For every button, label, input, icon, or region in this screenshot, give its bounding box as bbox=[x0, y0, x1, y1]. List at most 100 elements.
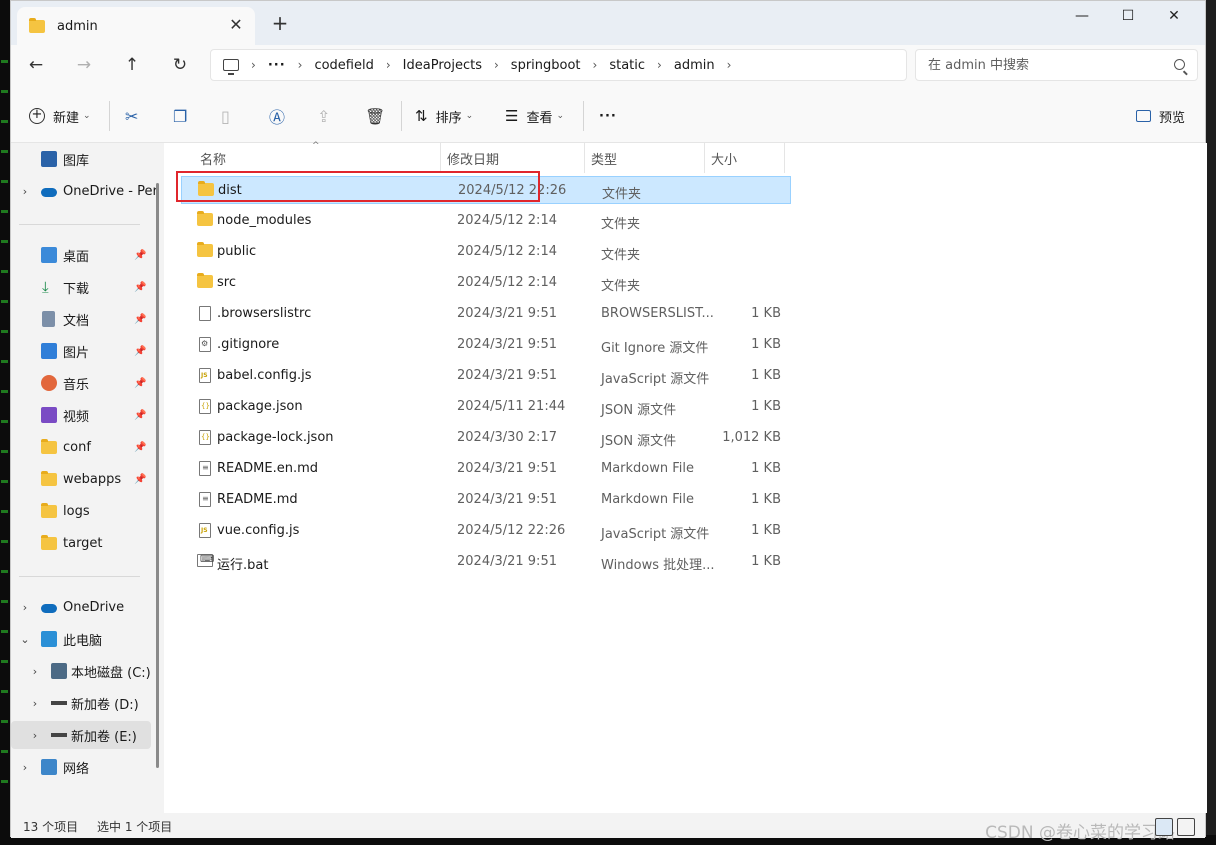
breadcrumb-codefield[interactable]: codefield bbox=[314, 58, 373, 73]
chevron-right-icon[interactable]: › bbox=[251, 58, 256, 72]
new-button[interactable]: + 新建 ⌄ bbox=[29, 103, 91, 129]
pin-icon[interactable]: 📌 bbox=[134, 474, 146, 485]
column-divider[interactable] bbox=[440, 143, 441, 173]
column-header-size[interactable]: 大小 bbox=[711, 143, 737, 173]
rename-button[interactable]: Ⓐ bbox=[269, 103, 285, 129]
column-header-name[interactable]: 名称 bbox=[200, 143, 226, 173]
breadcrumb-springboot[interactable]: springboot bbox=[511, 58, 581, 73]
column-divider[interactable] bbox=[704, 143, 705, 173]
column-header-date[interactable]: 修改日期 bbox=[447, 143, 499, 173]
paste-button[interactable]: ▯ bbox=[221, 103, 230, 129]
view-button[interactable]: ☰ 查看 ⌄ bbox=[505, 103, 564, 129]
close-window-button[interactable]: ✕ bbox=[1151, 1, 1197, 33]
breadcrumb-overflow[interactable]: ··· bbox=[268, 58, 286, 73]
chevron-right-icon[interactable]: › bbox=[727, 58, 732, 72]
chevron-right-icon[interactable]: › bbox=[298, 58, 303, 72]
file-size: 1,012 KB bbox=[722, 430, 781, 445]
toolbar-divider bbox=[401, 101, 402, 131]
chevron-right-icon[interactable]: › bbox=[19, 185, 31, 198]
pin-icon[interactable]: 📌 bbox=[134, 346, 146, 357]
file-row-readme-en[interactable]: README.en.md 2024/3/21 9:51 Markdown Fil… bbox=[181, 455, 791, 483]
back-button[interactable]: ← bbox=[23, 54, 49, 78]
chevron-right-icon[interactable]: › bbox=[29, 697, 41, 710]
chevron-right-icon[interactable]: › bbox=[29, 665, 41, 678]
sidebar-item-drive-d[interactable]: › 新加卷 (D:) bbox=[11, 689, 151, 717]
sidebar-item-target[interactable]: target bbox=[11, 529, 151, 557]
chevron-right-icon[interactable]: › bbox=[494, 58, 499, 72]
sidebar-item-conf[interactable]: conf 📌 bbox=[11, 433, 151, 461]
pin-icon[interactable]: 📌 bbox=[134, 378, 146, 389]
new-tab-button[interactable]: + bbox=[269, 13, 291, 35]
file-row-public[interactable]: public 2024/5/12 2:14 文件夹 bbox=[181, 238, 791, 266]
copy-button[interactable]: ❐ bbox=[173, 103, 187, 129]
chevron-right-icon[interactable]: › bbox=[29, 729, 41, 742]
chevron-right-icon[interactable]: › bbox=[19, 761, 31, 774]
sidebar-item-drive-e[interactable]: › 新加卷 (E:) bbox=[11, 721, 151, 749]
sidebar-item-network[interactable]: › 网络 bbox=[11, 753, 151, 781]
gallery-icon bbox=[41, 151, 57, 167]
sidebar-item-gallery[interactable]: 图库 bbox=[11, 145, 151, 173]
sidebar-item-desktop[interactable]: 桌面 📌 bbox=[11, 241, 151, 269]
search-box[interactable] bbox=[915, 49, 1198, 81]
maximize-button[interactable]: ☐ bbox=[1105, 1, 1151, 33]
file-row-browserslistrc[interactable]: .browserslistrc 2024/3/21 9:51 BROWSERSL… bbox=[181, 300, 791, 328]
column-divider[interactable] bbox=[784, 143, 785, 173]
file-row-package-lock-json[interactable]: package-lock.json 2024/3/30 2:17 JSON 源文… bbox=[181, 424, 791, 452]
sidebar-item-logs[interactable]: logs bbox=[11, 497, 151, 525]
chevron-right-icon[interactable]: › bbox=[593, 58, 598, 72]
pin-icon[interactable]: 📌 bbox=[134, 442, 146, 453]
close-tab-icon[interactable]: ✕ bbox=[227, 16, 245, 34]
minimize-button[interactable]: — bbox=[1059, 1, 1105, 33]
column-divider[interactable] bbox=[584, 143, 585, 173]
file-row-node-modules[interactable]: node_modules 2024/5/12 2:14 文件夹 bbox=[181, 207, 791, 235]
tiles-view-button[interactable] bbox=[1177, 818, 1195, 836]
pin-icon[interactable]: 📌 bbox=[134, 282, 146, 293]
file-row-gitignore[interactable]: .gitignore 2024/3/21 9:51 Git Ignore 源文件… bbox=[181, 331, 791, 359]
chevron-right-icon[interactable]: › bbox=[386, 58, 391, 72]
search-icon[interactable] bbox=[1174, 59, 1185, 70]
file-row-readme[interactable]: README.md 2024/3/21 9:51 Markdown File 1… bbox=[181, 486, 791, 514]
sidebar-item-music[interactable]: 音乐 📌 bbox=[11, 369, 151, 397]
file-row-run-bat[interactable]: 运行.bat 2024/3/21 9:51 Windows 批处理... 1 K… bbox=[181, 548, 791, 576]
folder-icon bbox=[41, 503, 57, 521]
share-button[interactable]: ⇪ bbox=[317, 103, 330, 129]
sidebar-item-onedrive-personal[interactable]: › OneDrive - Per bbox=[11, 177, 158, 205]
breadcrumb-ideaprojects[interactable]: IdeaProjects bbox=[403, 58, 482, 73]
more-options-button[interactable]: ··· bbox=[599, 103, 617, 129]
search-input[interactable] bbox=[928, 55, 1158, 75]
file-row-vue-config[interactable]: vue.config.js 2024/5/12 22:26 JavaScript… bbox=[181, 517, 791, 545]
tab-admin[interactable]: admin ✕ bbox=[17, 7, 255, 45]
pin-icon[interactable]: 📌 bbox=[134, 314, 146, 325]
sidebar-item-downloads[interactable]: ⤓ 下载 📌 bbox=[11, 273, 151, 301]
sort-button[interactable]: ⇅ 排序 ⌄ bbox=[415, 103, 473, 129]
column-header-type[interactable]: 类型 bbox=[591, 143, 617, 173]
address-bar[interactable]: › ··· › codefield › IdeaProjects › sprin… bbox=[210, 49, 907, 81]
breadcrumb-admin[interactable]: admin bbox=[674, 58, 715, 73]
sidebar-item-drive-c[interactable]: › 本地磁盘 (C:) bbox=[11, 657, 151, 685]
sidebar-item-documents[interactable]: 文档 📌 bbox=[11, 305, 151, 333]
this-pc-icon[interactable] bbox=[223, 59, 239, 75]
sidebar-item-webapps[interactable]: webapps 📌 bbox=[11, 465, 151, 493]
up-button[interactable]: ↑ bbox=[119, 54, 145, 78]
cut-button[interactable]: ✂ bbox=[125, 103, 138, 129]
sidebar-scrollbar[interactable] bbox=[156, 183, 159, 768]
refresh-button[interactable]: ↻ bbox=[167, 54, 193, 78]
file-row-babel-config[interactable]: babel.config.js 2024/3/21 9:51 JavaScrip… bbox=[181, 362, 791, 390]
sidebar-item-this-pc[interactable]: ⌄ 此电脑 bbox=[11, 625, 151, 653]
file-row-src[interactable]: src 2024/5/12 2:14 文件夹 bbox=[181, 269, 791, 297]
pin-icon[interactable]: 📌 bbox=[134, 250, 146, 261]
chevron-right-icon[interactable]: › bbox=[657, 58, 662, 72]
sidebar-item-onedrive[interactable]: › OneDrive bbox=[11, 593, 151, 621]
details-view-button[interactable] bbox=[1155, 818, 1173, 836]
file-row-package-json[interactable]: package.json 2024/5/11 21:44 JSON 源文件 1 … bbox=[181, 393, 791, 421]
documents-icon bbox=[42, 311, 55, 327]
breadcrumb-static[interactable]: static bbox=[609, 58, 645, 73]
sidebar-item-videos[interactable]: 视频 📌 bbox=[11, 401, 151, 429]
pin-icon[interactable]: 📌 bbox=[134, 410, 146, 421]
chevron-right-icon[interactable]: › bbox=[19, 601, 31, 614]
delete-button[interactable]: 🗑 bbox=[365, 103, 385, 129]
sidebar-item-pictures[interactable]: 图片 📌 bbox=[11, 337, 151, 365]
chevron-down-icon[interactable]: ⌄ bbox=[19, 633, 31, 646]
preview-button[interactable]: 预览 bbox=[1136, 103, 1185, 129]
forward-button[interactable]: → bbox=[71, 54, 97, 78]
